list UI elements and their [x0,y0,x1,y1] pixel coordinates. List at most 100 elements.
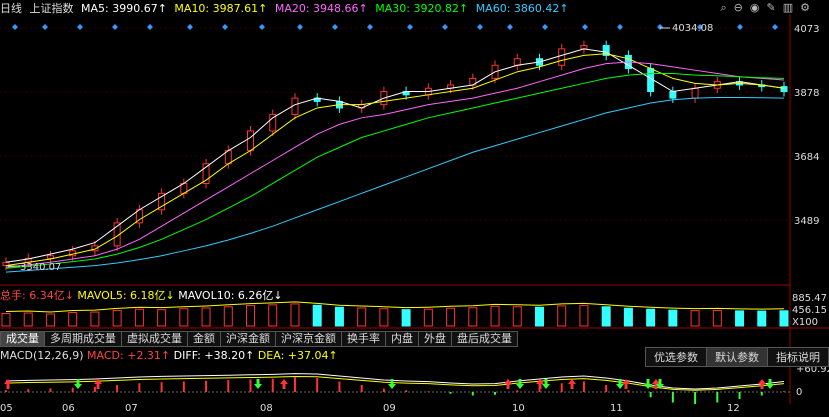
toolbar-icons[interactable]: ⌕ ⊖ ◉ ✎ ▥ ⚙ [721,1,818,15]
volume-bar [223,306,233,327]
signal-diamond-icon [617,24,623,30]
signal-diamond-icon [259,24,265,30]
signal-diamond-icon [582,24,588,30]
edit-icon[interactable]: ✎ [767,1,779,14]
volume-bar [246,305,256,327]
candle [46,255,54,259]
signal-diamond-icon [332,24,338,30]
dea-value: DEA: +37.04↑ [257,349,338,362]
macd-title: MACD(12,26,9) [0,349,84,362]
signal-diamond-icon [12,24,18,30]
dea-line [5,375,785,391]
month-label-06: 06 [62,403,75,414]
signal-diamond-icon [222,24,228,30]
macd-button-1[interactable]: 默认参数 [706,347,768,367]
volume-bar [334,306,344,327]
signal-diamond-icon [147,24,153,30]
signal-diamond-icon [407,24,413,30]
volume-bar [735,310,745,327]
volume-bar [357,307,367,327]
mavol5-value: MAVOL5: 6.18亿↓ [77,289,175,302]
volume-tick-label: 456.15 [792,305,827,316]
ma-line-ma10 [5,53,785,267]
sell-arrow-icon [766,379,774,389]
volume-tick-label: X100 [792,317,818,328]
volume-bar [45,313,55,327]
indicator-tabs: 成交量 多周期成交量 虚拟成交量 金额 沪深金额 沪深京金额 换手率 内盘 外盘 盘后成交量 [0,331,518,347]
volume-bar [68,312,78,327]
price-tick-label: 3878 [794,88,819,99]
macd-buttons: 优选参数 默认参数 指标说明 [645,347,829,367]
trash-icon[interactable]: ▥ [783,1,796,14]
total-volume: 总手: 6.34亿↓ [0,289,74,302]
candle [247,130,255,152]
macd-button-0[interactable]: 优选参数 [645,347,707,367]
macd-value: MACD: +2.31↑ [87,349,171,362]
signal-diamond-icon [77,24,83,30]
tab-6[interactable]: 换手率 [341,331,386,347]
volume-bar [23,312,33,327]
volume-bar [579,304,589,327]
volume-bar [446,307,456,327]
volume-bar [668,309,678,327]
tab-2[interactable]: 虚拟成交量 [121,331,188,347]
candle [780,86,788,93]
tab-9[interactable]: 盘后成交量 [451,331,518,347]
search-icon[interactable]: ⌕ [721,1,730,14]
macd-button-2[interactable]: 指标说明 [767,347,829,367]
tab-8[interactable]: 外盘 [418,331,452,347]
buy-arrow-icon [504,379,512,389]
volume-bar [201,307,211,327]
volume-bar [379,308,389,327]
tab-3[interactable]: 金额 [187,331,221,347]
tab-1[interactable]: 多周期成交量 [44,331,122,347]
volume-bar [690,310,700,327]
volume-bar [601,306,611,327]
volume-bar [490,305,500,327]
volume-bar [646,308,656,327]
volume-bar [557,305,567,327]
buy-arrow-icon [758,379,766,389]
price-tick-label: 3684 [794,152,819,163]
tab-4[interactable]: 沪深金额 [220,331,276,347]
diff-value: DIFF: +38.20↑ [173,349,255,362]
sell-arrow-icon [254,379,262,389]
volume-bar [312,304,322,327]
diff-line [5,373,785,390]
signal-diamond-icon [187,24,193,30]
low-annotation: 3340.07 [20,262,61,273]
tab-7[interactable]: 内盘 [385,331,419,347]
month-label-05: 05 [0,403,13,414]
price-tick-label: 3489 [794,216,819,227]
month-label-08: 08 [260,403,273,414]
buy-arrow-icon [568,379,576,389]
ma-line-ma30 [5,72,785,269]
volume-header: 总手: 6.34亿↓ MAVOL5: 6.18亿↓ MAVOL10: 6.26亿… [0,287,283,302]
sell-arrow-icon [74,379,82,389]
signal-diamond-icon [442,24,448,30]
volume-bar [512,306,522,327]
signal-diamond-icon [737,24,743,30]
signal-diamond-icon [657,24,663,30]
volume-tick-label: 885.47 [792,293,827,304]
volume-bar [90,311,100,327]
settings-icon[interactable]: ⚙ [800,1,813,14]
minus-icon[interactable]: ⊖ [734,1,746,14]
volume-bar [712,309,722,327]
tab-5[interactable]: 沪深京金额 [275,331,342,347]
volume-bar [1,313,11,327]
volume-bar [468,307,478,327]
volume-bar [757,310,767,327]
signal-diamond-icon [367,24,373,30]
candle [669,91,677,99]
volume-bar [290,303,300,327]
month-label-12: 12 [727,403,740,414]
tab-0[interactable]: 成交量 [0,331,45,347]
macd-header: MACD(12,26,9) MACD: +2.31↑ DIFF: +38.20↑… [0,349,338,363]
signal-diamond-icon [297,24,303,30]
volume-bar [423,308,433,327]
signal-diamond-icon [112,24,118,30]
volume-bar [112,309,122,327]
ma-line-ma60 [5,96,785,273]
eye-icon[interactable]: ◉ [750,1,763,14]
